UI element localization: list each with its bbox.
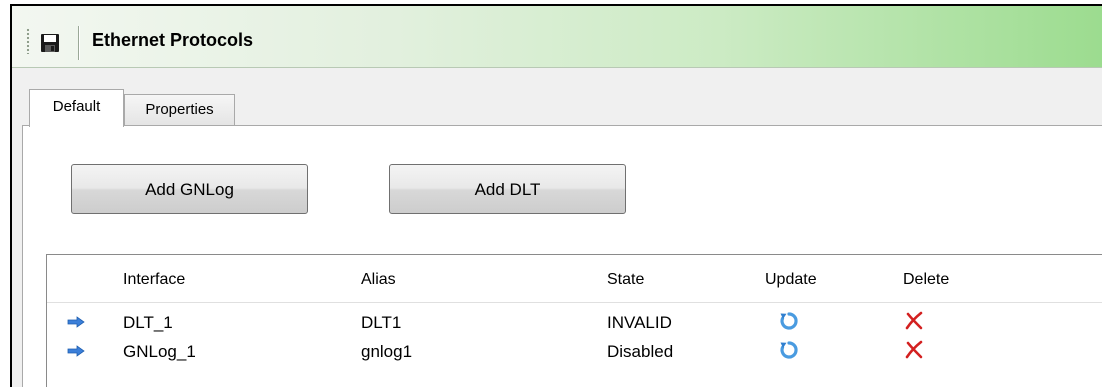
arrow-right-icon — [67, 345, 85, 357]
interface-cell: DLT_1 — [123, 313, 173, 332]
column-header-alias[interactable]: Alias — [361, 271, 396, 289]
add-dlt-button[interactable]: Add DLT — [389, 164, 626, 214]
ethernet-protocols-window: Ethernet Protocols Default Properties Ad… — [10, 4, 1102, 387]
refresh-icon[interactable] — [778, 310, 800, 332]
table-row[interactable]: GNLog_1 gnlog1 Disabled — [47, 337, 1102, 366]
delete-icon[interactable] — [903, 339, 925, 361]
content-area: Default Properties Add GNLog Add DLT Int… — [12, 68, 1102, 387]
protocols-table: Interface Alias State Update Delete DLT_… — [46, 254, 1102, 387]
table-header: Interface Alias State Update Delete — [47, 255, 1102, 303]
state-cell: Disabled — [607, 342, 674, 361]
interface-cell: GNLog_1 — [123, 342, 196, 361]
column-header-update[interactable]: Update — [765, 271, 817, 289]
table-row[interactable]: DLT_1 DLT1 INVALID — [47, 308, 1102, 337]
tab-default[interactable]: Default — [29, 89, 124, 127]
save-icon[interactable] — [40, 33, 60, 53]
tab-properties[interactable]: Properties — [124, 94, 235, 126]
add-gnlog-button[interactable]: Add GNLog — [71, 164, 308, 214]
toolbar-grip[interactable] — [26, 28, 30, 54]
delete-icon[interactable] — [903, 310, 925, 332]
state-cell: INVALID — [607, 313, 672, 332]
column-header-interface[interactable]: Interface — [123, 271, 185, 289]
window-title: Ethernet Protocols — [92, 30, 254, 50]
alias-cell: gnlog1 — [361, 342, 413, 361]
title-separator — [78, 26, 79, 60]
column-header-state[interactable]: State — [607, 271, 644, 289]
arrow-right-icon — [67, 316, 85, 328]
title-bar: Ethernet Protocols — [12, 6, 1102, 68]
refresh-icon[interactable] — [778, 339, 800, 361]
column-header-delete[interactable]: Delete — [903, 271, 949, 289]
alias-cell: DLT1 — [361, 313, 402, 332]
default-tab-panel: Add GNLog Add DLT Interface Alias State … — [22, 125, 1102, 387]
